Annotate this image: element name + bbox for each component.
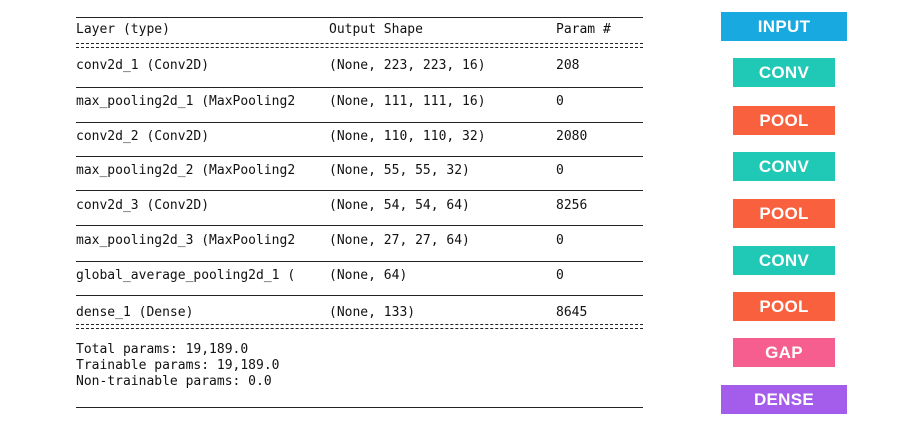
architecture-diagram: INPUT CONV POOL CONV POOL CONV POOL GAP … bbox=[0, 0, 905, 435]
pool-block-1: POOL bbox=[733, 106, 835, 135]
dense-block: DENSE bbox=[721, 385, 847, 414]
gap-block: GAP bbox=[733, 338, 835, 367]
pool-block-3: POOL bbox=[733, 292, 835, 321]
pool-block-2: POOL bbox=[733, 199, 835, 228]
conv-block-3: CONV bbox=[733, 246, 835, 275]
conv-block-1: CONV bbox=[733, 58, 835, 87]
conv-block-2: CONV bbox=[733, 152, 835, 181]
input-block: INPUT bbox=[721, 12, 847, 41]
